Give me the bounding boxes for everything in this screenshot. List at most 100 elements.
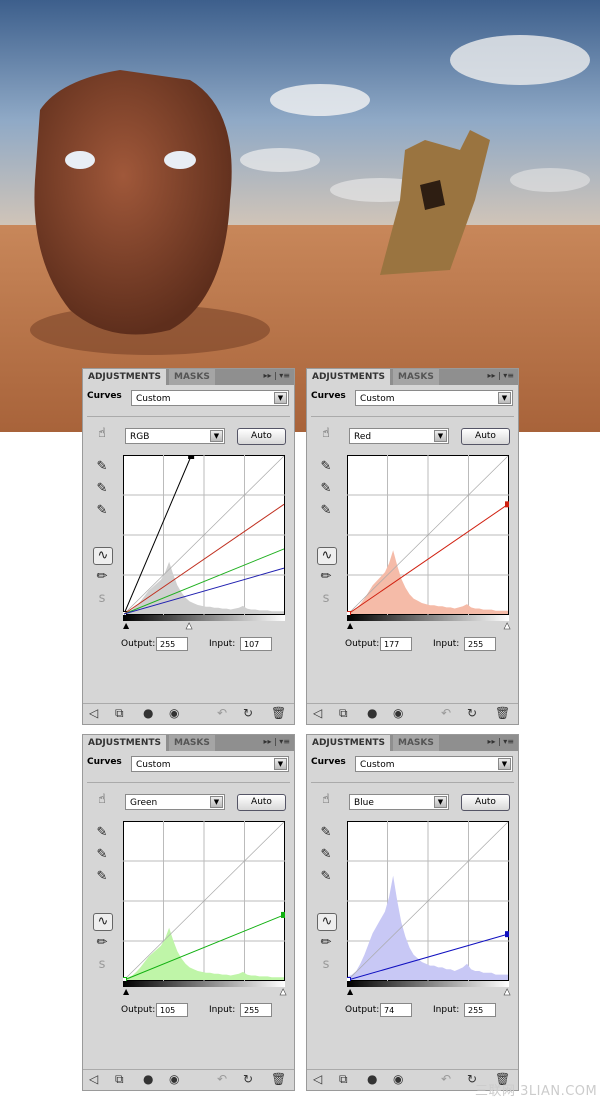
panel-menu-icon[interactable]: ▸▸ | ▾≡ (487, 737, 514, 746)
panel-menu-icon[interactable]: ▸▸ | ▾≡ (263, 737, 290, 746)
auto-button[interactable]: Auto (461, 794, 510, 811)
curves-graph[interactable] (347, 821, 509, 981)
input-field[interactable]: 107 (240, 637, 272, 651)
clip-layer-icon[interactable]: ● (143, 706, 153, 720)
tab-masks[interactable]: MASKS (393, 735, 439, 751)
white-eyedropper-icon[interactable]: ✎ (317, 869, 335, 885)
gray-eyedropper-icon[interactable]: ✎ (93, 847, 111, 863)
black-point-slider[interactable]: ▲ (123, 621, 129, 630)
curves-graph[interactable] (347, 455, 509, 615)
chevron-down-icon[interactable]: ▼ (274, 392, 287, 404)
smooth-icon[interactable]: ꜱ (317, 957, 335, 973)
reset-icon[interactable]: ↻ (243, 1072, 253, 1086)
curves-graph[interactable] (123, 821, 285, 981)
back-icon[interactable]: ◁ (313, 1072, 322, 1086)
expand-view-icon[interactable]: ⧉ (339, 1072, 348, 1087)
output-field[interactable]: 74 (380, 1003, 412, 1017)
preset-select[interactable]: Custom ▼ (131, 390, 289, 406)
input-field[interactable]: 255 (464, 1003, 496, 1017)
reset-icon[interactable]: ↻ (243, 706, 253, 720)
smooth-icon[interactable]: ꜱ (93, 591, 111, 607)
chevron-down-icon[interactable]: ▼ (210, 796, 223, 808)
preset-select[interactable]: Custom ▼ (355, 390, 513, 406)
previous-state-icon[interactable]: ↶ (217, 1072, 227, 1086)
tab-adjustments[interactable]: ADJUSTMENTS (307, 369, 390, 385)
white-point-slider[interactable]: ▲ (186, 621, 193, 631)
smooth-icon[interactable]: ꜱ (93, 957, 111, 973)
gray-eyedropper-icon[interactable]: ✎ (93, 481, 111, 497)
back-icon[interactable]: ◁ (89, 1072, 98, 1086)
visibility-eye-icon[interactable]: ◉ (169, 1072, 179, 1086)
curves-graph[interactable] (123, 455, 285, 615)
auto-button[interactable]: Auto (237, 794, 286, 811)
pencil-icon[interactable]: ✏ (93, 569, 111, 585)
trash-icon[interactable]: 🗑 (495, 706, 510, 720)
curve-point-icon[interactable]: ∿ (317, 547, 337, 565)
curve-point-icon[interactable]: ∿ (93, 913, 113, 931)
reset-icon[interactable]: ↻ (467, 706, 477, 720)
trash-icon[interactable]: 🗑 (271, 706, 286, 720)
previous-state-icon[interactable]: ↶ (217, 706, 227, 720)
channel-select[interactable]: RGB ▼ (125, 428, 225, 444)
visibility-eye-icon[interactable]: ◉ (169, 706, 179, 720)
auto-button[interactable]: Auto (461, 428, 510, 445)
gray-eyedropper-icon[interactable]: ✎ (317, 847, 335, 863)
auto-button[interactable]: Auto (237, 428, 286, 445)
channel-select[interactable]: Green ▼ (125, 794, 225, 810)
tab-adjustments[interactable]: ADJUSTMENTS (307, 735, 390, 751)
hand-adjust-icon[interactable]: ☝ (317, 426, 335, 442)
expand-view-icon[interactable]: ⧉ (115, 706, 124, 721)
expand-view-icon[interactable]: ⧉ (339, 706, 348, 721)
panel-menu-icon[interactable]: ▸▸ | ▾≡ (263, 371, 290, 380)
white-point-slider[interactable]: ▲ (280, 987, 287, 997)
clip-layer-icon[interactable]: ● (367, 706, 377, 720)
preset-select[interactable]: Custom ▼ (131, 756, 289, 772)
chevron-down-icon[interactable]: ▼ (498, 758, 511, 770)
pencil-icon[interactable]: ✏ (317, 935, 335, 951)
back-icon[interactable]: ◁ (313, 706, 322, 720)
hand-adjust-icon[interactable]: ☝ (93, 792, 111, 808)
clip-layer-icon[interactable]: ● (367, 1072, 377, 1086)
black-point-slider[interactable]: ▲ (347, 987, 353, 996)
back-icon[interactable]: ◁ (89, 706, 98, 720)
hand-adjust-icon[interactable]: ☝ (317, 792, 335, 808)
preset-select[interactable]: Custom ▼ (355, 756, 513, 772)
black-eyedropper-icon[interactable]: ✎ (317, 459, 335, 475)
chevron-down-icon[interactable]: ▼ (498, 392, 511, 404)
previous-state-icon[interactable]: ↶ (441, 706, 451, 720)
black-eyedropper-icon[interactable]: ✎ (317, 825, 335, 841)
trash-icon[interactable]: 🗑 (271, 1072, 286, 1086)
white-point-slider[interactable]: ▲ (504, 621, 511, 631)
white-point-slider[interactable]: ▲ (504, 987, 511, 997)
visibility-eye-icon[interactable]: ◉ (393, 706, 403, 720)
previous-state-icon[interactable]: ↶ (441, 1072, 451, 1086)
output-field[interactable]: 105 (156, 1003, 188, 1017)
white-eyedropper-icon[interactable]: ✎ (93, 503, 111, 519)
input-field[interactable]: 255 (240, 1003, 272, 1017)
input-field[interactable]: 255 (464, 637, 496, 651)
chevron-down-icon[interactable]: ▼ (434, 796, 447, 808)
white-eyedropper-icon[interactable]: ✎ (317, 503, 335, 519)
curve-point-icon[interactable]: ∿ (93, 547, 113, 565)
tab-adjustments[interactable]: ADJUSTMENTS (83, 735, 166, 751)
channel-select[interactable]: Blue ▼ (349, 794, 449, 810)
tab-masks[interactable]: MASKS (169, 369, 215, 385)
black-eyedropper-icon[interactable]: ✎ (93, 825, 111, 841)
visibility-eye-icon[interactable]: ◉ (393, 1072, 403, 1086)
black-point-slider[interactable]: ▲ (123, 987, 129, 996)
chevron-down-icon[interactable]: ▼ (210, 430, 223, 442)
gray-eyedropper-icon[interactable]: ✎ (317, 481, 335, 497)
output-field[interactable]: 177 (380, 637, 412, 651)
chevron-down-icon[interactable]: ▼ (274, 758, 287, 770)
channel-select[interactable]: Red ▼ (349, 428, 449, 444)
chevron-down-icon[interactable]: ▼ (434, 430, 447, 442)
hand-adjust-icon[interactable]: ☝ (93, 426, 111, 442)
white-eyedropper-icon[interactable]: ✎ (93, 869, 111, 885)
panel-menu-icon[interactable]: ▸▸ | ▾≡ (487, 371, 514, 380)
tab-masks[interactable]: MASKS (169, 735, 215, 751)
smooth-icon[interactable]: ꜱ (317, 591, 335, 607)
tab-masks[interactable]: MASKS (393, 369, 439, 385)
curve-point-icon[interactable]: ∿ (317, 913, 337, 931)
black-eyedropper-icon[interactable]: ✎ (93, 459, 111, 475)
pencil-icon[interactable]: ✏ (93, 935, 111, 951)
